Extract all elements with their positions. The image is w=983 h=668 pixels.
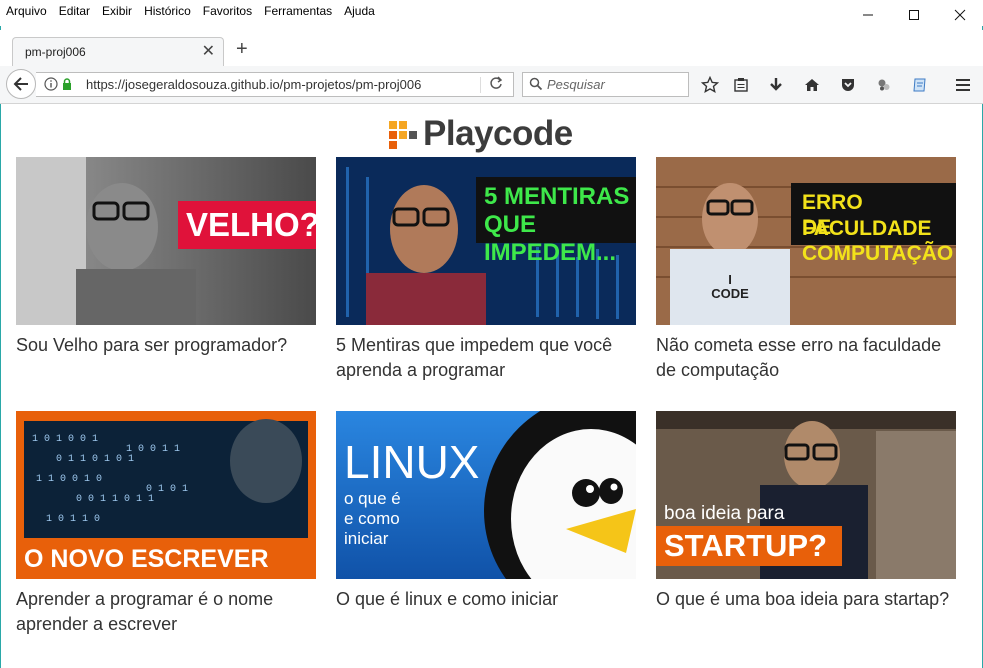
thumbnail-badge-line1: boa ideia para — [664, 503, 785, 524]
reading-list-button[interactable] — [731, 75, 751, 95]
video-title[interactable]: O que é uma boa ideia para startap? — [656, 587, 956, 612]
minimize-icon — [863, 14, 873, 16]
minimize-button[interactable] — [845, 0, 891, 30]
shirt-text: I CODE — [711, 272, 749, 301]
download-icon — [770, 78, 782, 91]
thumbnail-badge: O NOVO ESCREVER — [24, 545, 269, 573]
playcode-logo[interactable]: Playcode — [389, 114, 573, 153]
svg-text:0 0 1 1 0 1 1: 0 0 1 1 0 1 1 — [76, 494, 154, 505]
tab-pm-proj006[interactable]: pm-proj006 ✕ — [12, 37, 224, 66]
back-arrow-icon — [13, 77, 28, 91]
menu-ferramentas[interactable]: Ferramentas — [264, 4, 332, 18]
thumbnail-badge-line2: QUE IMPEDEM... — [484, 211, 617, 266]
thumbnail-badge-line2: DE COMPUTAÇÃO — [802, 216, 954, 265]
svg-text:1 1 0 0 1 0: 1 1 0 0 1 0 — [36, 474, 102, 485]
bookmark-star-button[interactable] — [700, 75, 720, 95]
thumbnail-badge-line1: 5 MENTIRAS — [484, 183, 630, 210]
open-menu-button[interactable] — [953, 75, 973, 95]
info-icon[interactable] — [44, 77, 58, 91]
search-icon — [529, 77, 543, 91]
close-icon — [954, 9, 966, 21]
video-thumbnail-3[interactable]: ERRO FACULDADE DE COMPUTAÇÃO I CODE — [656, 157, 956, 325]
reload-icon[interactable] — [489, 76, 503, 90]
video-title[interactable]: O que é linux e como iniciar — [336, 587, 636, 612]
hamburger-menu-icon — [956, 79, 970, 91]
menu-exibir[interactable]: Exibir — [102, 4, 132, 18]
lock-icon — [63, 78, 71, 90]
url-divider — [480, 77, 481, 93]
playcode-logo-icon — [389, 121, 417, 149]
video-title[interactable]: Aprender a programar é o nome aprender a… — [16, 587, 316, 637]
star-icon — [701, 76, 719, 94]
extension-icon — [878, 79, 890, 91]
nav-toolbar: https://josegeraldosouza.github.io/pm-pr… — [0, 66, 983, 104]
search-input[interactable]: Pesquisar — [547, 77, 605, 92]
url-text: https://josegeraldosouza.github.io/pm-pr… — [86, 77, 422, 92]
video-title[interactable]: Não cometa esse erro na faculdade de com… — [656, 333, 956, 383]
menu-items: Arquivo Editar Exibir Histórico Favorito… — [6, 4, 375, 18]
home-button[interactable] — [802, 75, 822, 95]
back-button[interactable] — [6, 69, 36, 99]
tab-close-icon[interactable]: ✕ — [202, 41, 215, 61]
video-thumbnail-6[interactable]: boa ideia para STARTUP? — [656, 411, 956, 579]
video-title[interactable]: Sou Velho para ser programador? — [16, 333, 316, 358]
video-thumbnail-4[interactable]: 1 0 1 0 0 1 0 1 1 0 1 0 1 1 1 0 0 1 0 0 0 … — [16, 411, 316, 579]
menu-historico[interactable]: Histórico — [144, 4, 191, 18]
svg-text:1 0 0 1 1: 1 0 0 1 1 — [126, 444, 180, 455]
logo-text: Playcode — [423, 114, 573, 153]
video-thumbnail-2[interactable]: 5 MENTIRAS QUE IMPEDEM... — [336, 157, 636, 325]
notes-extension-button[interactable] — [910, 75, 930, 95]
menu-bar: Arquivo Editar Exibir Histórico Favorito… — [0, 0, 983, 26]
menu-ajuda[interactable]: Ajuda — [344, 4, 375, 18]
video-thumbnail-1[interactable]: VELHO?! — [16, 157, 316, 325]
tab-strip: pm-proj006 ✕ + — [0, 30, 983, 66]
downloads-button[interactable] — [766, 75, 786, 95]
home-icon — [805, 79, 819, 91]
svg-text:0 1 0 1: 0 1 0 1 — [146, 484, 188, 495]
thumbnail-badge: VELHO?! — [186, 206, 316, 243]
thumbnail-badge: LINUX — [344, 436, 480, 488]
svg-text:1 0 1 1 0: 1 0 1 1 0 — [46, 514, 100, 525]
video-thumbnail-5[interactable]: LINUX o que é e como iniciar — [336, 411, 636, 579]
menu-editar[interactable]: Editar — [59, 4, 90, 18]
menu-favoritos[interactable]: Favoritos — [203, 4, 252, 18]
tab-title: pm-proj006 — [25, 45, 86, 59]
maximize-button[interactable] — [891, 0, 937, 30]
new-tab-button[interactable]: + — [236, 39, 248, 59]
thumbnail-badge-line2: STARTUP? — [664, 528, 828, 563]
svg-text:0 1 1 0 1 0 1: 0 1 1 0 1 0 1 — [56, 454, 134, 465]
pocket-button[interactable] — [838, 75, 858, 95]
window-controls — [845, 0, 983, 30]
video-title[interactable]: 5 Mentiras que impedem que você aprenda … — [336, 333, 636, 383]
maximize-icon — [909, 10, 919, 20]
menu-arquivo[interactable]: Arquivo — [6, 4, 47, 18]
extension-button[interactable] — [874, 75, 894, 95]
pocket-icon — [842, 79, 854, 91]
close-window-button[interactable] — [937, 0, 983, 30]
note-icon — [913, 78, 926, 92]
thumbnail-badge-sub: o que é e como iniciar — [344, 489, 401, 548]
svg-text:1 0 1 0 0 1: 1 0 1 0 0 1 — [32, 434, 98, 445]
search-bar[interactable]: Pesquisar — [522, 72, 689, 97]
url-bar[interactable]: https://josegeraldosouza.github.io/pm-pr… — [36, 72, 514, 97]
clipboard-icon — [734, 78, 748, 92]
